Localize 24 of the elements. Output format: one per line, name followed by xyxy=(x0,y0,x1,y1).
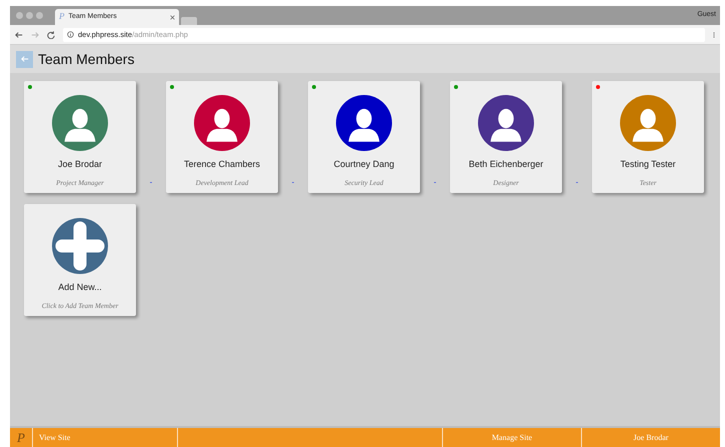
back-button[interactable] xyxy=(16,50,33,68)
link-mark[interactable] xyxy=(576,182,578,183)
site-logo-icon: P xyxy=(59,10,64,24)
maximize-window-icon[interactable] xyxy=(36,12,43,19)
back-arrow-icon[interactable] xyxy=(15,30,23,38)
forward-arrow-icon[interactable] xyxy=(31,30,39,38)
close-window-icon[interactable] xyxy=(16,12,23,19)
minimize-window-icon[interactable] xyxy=(26,12,33,19)
add-title: Add New... xyxy=(58,281,102,294)
link-mark[interactable] xyxy=(434,182,436,183)
page-title: Team Members xyxy=(38,50,134,68)
member-name: Beth Eichenberger xyxy=(468,158,544,171)
back-arrow-icon xyxy=(20,55,28,63)
member-name: Courtney Dang xyxy=(334,158,394,171)
link-mark[interactable] xyxy=(150,182,152,183)
reload-icon[interactable] xyxy=(47,30,55,38)
member-name: Testing Tester xyxy=(620,158,676,171)
info-icon xyxy=(67,31,74,38)
link-mark[interactable] xyxy=(292,182,294,183)
member-name: Joe Brodar xyxy=(58,158,102,171)
close-icon[interactable] xyxy=(170,14,175,20)
plus-icon xyxy=(52,218,108,274)
new-tab-button[interactable] xyxy=(181,17,197,25)
member-name: Terence Chambers xyxy=(184,158,260,171)
